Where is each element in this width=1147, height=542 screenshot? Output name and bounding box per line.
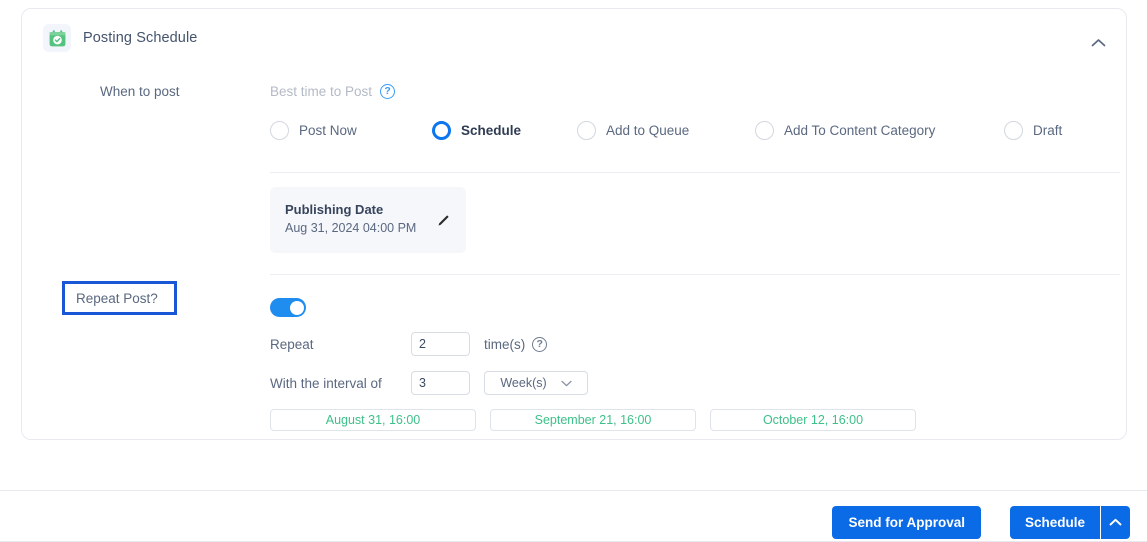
radio-add-to-queue[interactable]: Add to Queue [577, 121, 689, 140]
repeat-label: Repeat [270, 336, 314, 352]
occurrence-chip-list: August 31, 16:00 September 21, 16:00 Oct… [270, 409, 916, 431]
radio-indicator [432, 121, 451, 140]
schedule-dropdown-chevron-up-icon[interactable] [1100, 506, 1130, 539]
chevron-up-icon[interactable] [1086, 33, 1110, 53]
footer-bar: Send for Approval Schedule [0, 491, 1147, 542]
card-title: Posting Schedule [83, 30, 198, 46]
interval-unit-value: Week(s) [500, 376, 547, 390]
chevron-down-icon [561, 374, 572, 392]
repeat-post-toggle[interactable] [270, 298, 306, 317]
repeat-count-input[interactable] [411, 332, 470, 356]
radio-indicator [755, 121, 774, 140]
repeat-post-label-highlight: Repeat Post? [62, 281, 177, 315]
when-to-post-radio-group: Post Now Schedule Add to Queue Add To Co… [270, 121, 1070, 145]
toggle-knob [289, 300, 304, 315]
schedule-button[interactable]: Schedule [1009, 506, 1100, 539]
calendar-check-icon [43, 24, 71, 52]
repeat-post-label: Repeat Post? [76, 290, 158, 306]
occurrence-chip[interactable]: August 31, 16:00 [270, 409, 476, 431]
repeat-interval-row: With the interval of Week(s) [270, 371, 588, 395]
times-suffix-label: time(s) [484, 336, 526, 352]
pencil-icon[interactable] [434, 212, 452, 230]
occurrence-chip[interactable]: October 12, 16:00 [710, 409, 916, 431]
help-circle-icon[interactable]: ? [380, 84, 396, 99]
best-time-to-post-label: Best time to Post [270, 84, 373, 99]
repeat-count-row: Repeat time(s) ? [270, 332, 548, 356]
radio-post-now[interactable]: Post Now [270, 121, 357, 140]
radio-indicator [270, 121, 289, 140]
radio-label: Schedule [461, 123, 522, 138]
divider-bottom [270, 274, 1120, 275]
radio-draft[interactable]: Draft [1004, 121, 1062, 140]
help-circle-icon[interactable]: ? [532, 336, 548, 352]
radio-add-to-content-category[interactable]: Add To Content Category [755, 121, 935, 140]
radio-schedule[interactable]: Schedule [432, 121, 521, 140]
radio-label: Add to Queue [606, 123, 690, 138]
publishing-date-title: Publishing Date [285, 202, 384, 217]
posting-schedule-screen: Posting Schedule When to post Best time … [0, 0, 1147, 542]
interval-label: With the interval of [270, 375, 382, 391]
divider-top [270, 172, 1120, 173]
best-time-to-post: Best time to Post ? [270, 84, 396, 99]
radio-label: Post Now [299, 123, 357, 138]
interval-value-input[interactable] [411, 371, 470, 395]
interval-unit-select[interactable]: Week(s) [484, 371, 588, 395]
card-header: Posting Schedule [22, 9, 1126, 67]
when-to-post-label: When to post [100, 84, 180, 99]
send-for-approval-button[interactable]: Send for Approval [832, 506, 981, 539]
occurrence-chip[interactable]: September 21, 16:00 [490, 409, 696, 431]
radio-label: Draft [1033, 123, 1063, 138]
publishing-date-value: Aug 31, 2024 04:00 PM [285, 221, 417, 235]
radio-indicator [1004, 121, 1023, 140]
radio-label: Add To Content Category [784, 123, 936, 138]
posting-schedule-card: Posting Schedule When to post Best time … [21, 8, 1127, 440]
schedule-button-group: Schedule [1009, 506, 1130, 539]
publishing-date-card[interactable]: Publishing Date Aug 31, 2024 04:00 PM [270, 187, 466, 253]
radio-indicator [577, 121, 596, 140]
